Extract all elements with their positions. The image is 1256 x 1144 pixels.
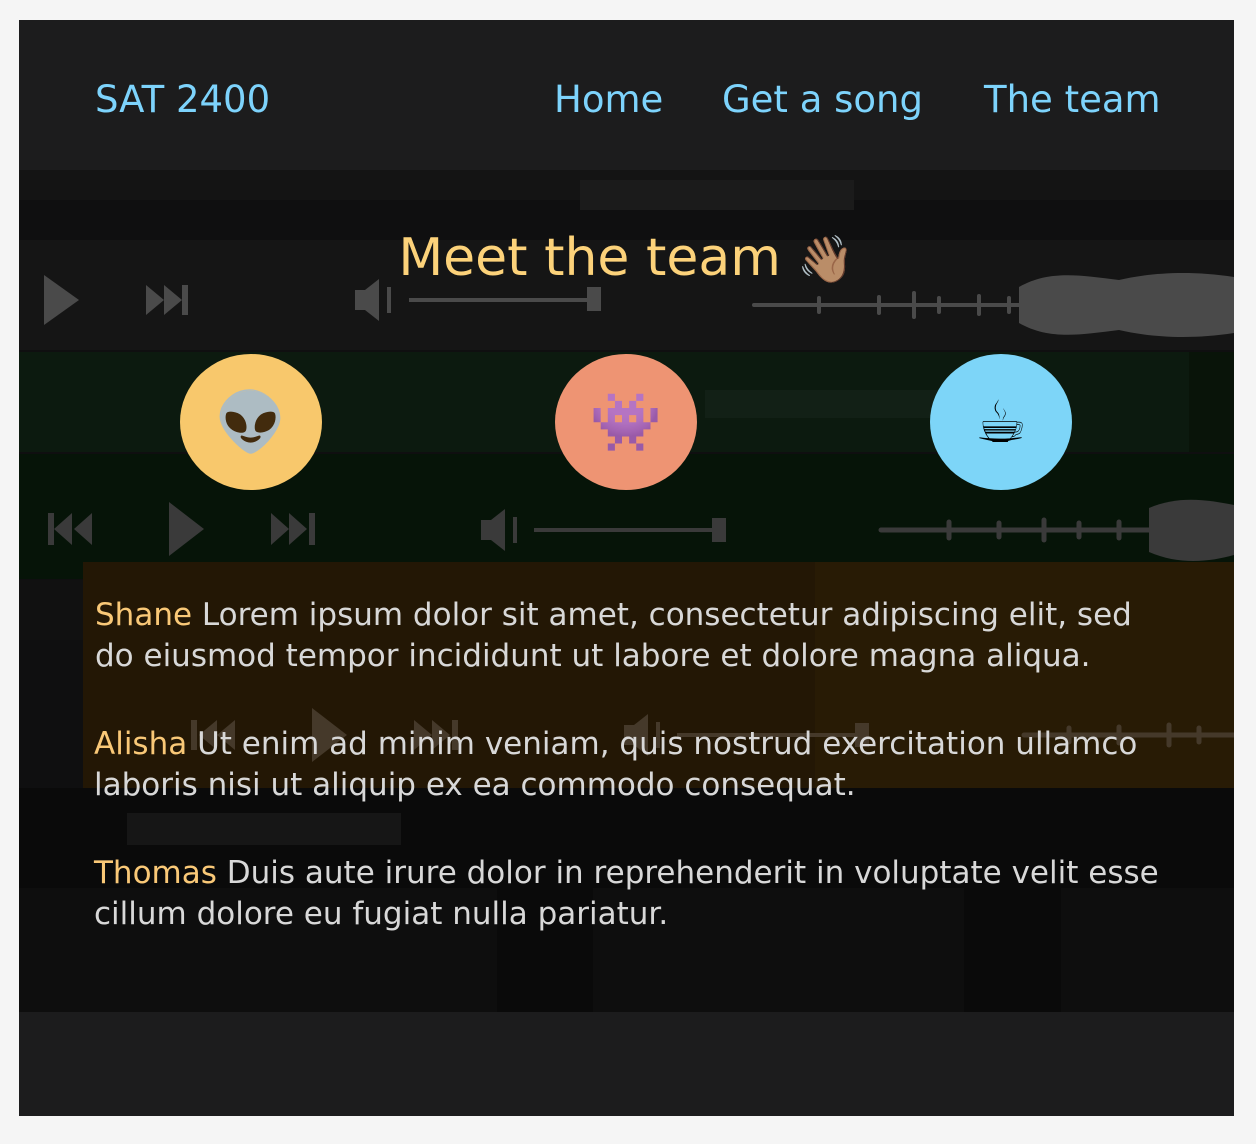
waving-hand-icon: 👋🏽 [797, 232, 855, 286]
member-description: Ut enim ad minim veniam, quis nostrud ex… [94, 726, 1138, 803]
team-member-bio: Thomas Duis aute irure dolor in reprehen… [94, 853, 1174, 935]
team-member-bio: Alisha Ut enim ad minim veniam, quis nos… [94, 724, 1174, 806]
footer [19, 1012, 1234, 1116]
member-name: Shane [95, 597, 193, 633]
page-title: Meet the team 👋🏽 [19, 228, 1234, 288]
space-invader-icon: 👾 [589, 387, 663, 456]
top-nav: SAT 2400 Home Get a song The team [19, 20, 1234, 170]
volume-slider-handle [587, 287, 601, 311]
team-member-bio: Shane Lorem ipsum dolor sit amet, consec… [95, 595, 1175, 677]
member-name: Thomas [94, 855, 217, 891]
nav-home-link[interactable]: Home [554, 78, 663, 121]
background-panel [127, 813, 401, 845]
volume-slider-handle [712, 518, 726, 542]
avatar-alisha: 👾 [555, 354, 697, 490]
volume-slider-track [409, 298, 589, 302]
background-panel [1189, 352, 1234, 452]
volume-slider-track [534, 528, 714, 532]
background-panel [580, 180, 854, 210]
skip-forward-icon [146, 285, 188, 315]
play-icon [169, 502, 204, 556]
alien-icon: 👽 [214, 387, 288, 456]
brand-link[interactable]: SAT 2400 [95, 78, 270, 121]
nav-the-team-link[interactable]: The team [984, 78, 1161, 121]
background-panel [19, 580, 84, 640]
avatar-shane: 👽 [180, 354, 322, 490]
nav-get-a-song-link[interactable]: Get a song [722, 78, 923, 121]
volume-icon [481, 509, 517, 551]
team-section: Meet the team 👋🏽 👽 👾 ☕ Shane Lorem ipsum… [19, 170, 1234, 1012]
skip-back-icon [48, 513, 92, 545]
member-description: Lorem ipsum dolor sit amet, consectetur … [95, 597, 1132, 674]
avatar-thomas: ☕ [930, 354, 1072, 490]
waveform-graphic [1149, 499, 1234, 561]
player-controls-decoration [48, 499, 1234, 561]
app-window: SAT 2400 Home Get a song The team Meet t… [19, 20, 1234, 1116]
member-description: Duis aute irure dolor in reprehenderit i… [94, 855, 1159, 932]
coffee-icon: ☕ [975, 388, 1027, 456]
page-title-text: Meet the team [398, 228, 781, 288]
skip-forward-icon [271, 513, 315, 545]
member-name: Alisha [94, 726, 188, 762]
background-panel [705, 390, 955, 418]
